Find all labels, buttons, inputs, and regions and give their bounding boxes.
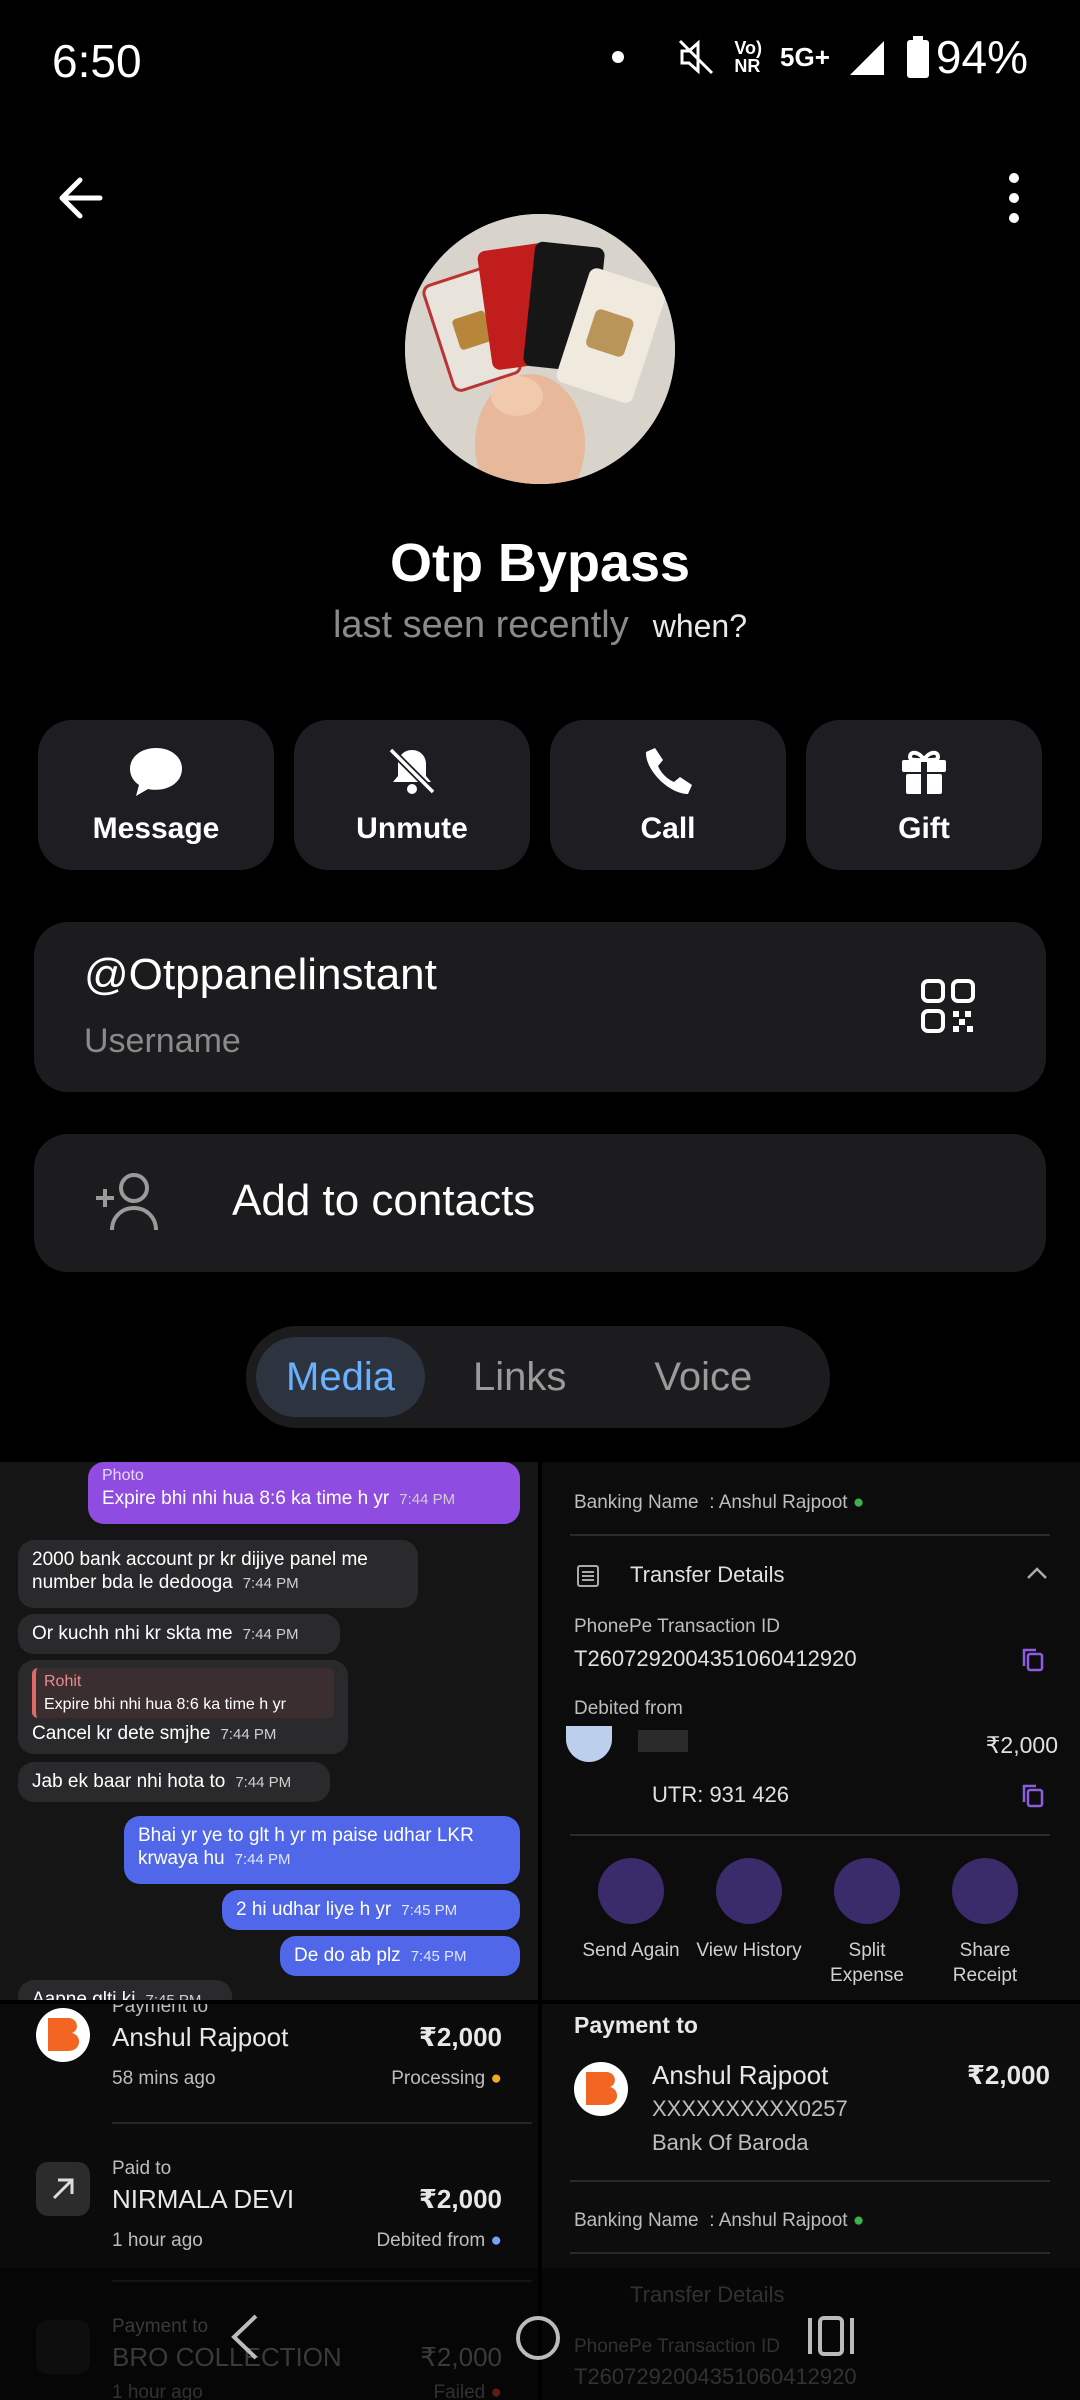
tab-media[interactable]: Media <box>256 1337 425 1417</box>
network-type: 5G+ <box>780 41 830 72</box>
profile-name: Otp Bypass <box>389 533 691 593</box>
nav-recents-icon[interactable] <box>806 2314 856 2358</box>
media-tabs: Media Links Voice <box>246 1326 830 1428</box>
bank-of-baroda-logo <box>36 2008 90 2062</box>
bank-logo-icon <box>566 1726 612 1762</box>
mute-icon <box>679 39 714 75</box>
signal-icon <box>849 41 884 75</box>
chevron-up-icon <box>1027 1567 1047 1579</box>
gift-button[interactable]: Gift <box>806 720 1042 870</box>
status-time: 6:50 <box>52 35 142 87</box>
send-again-icon <box>598 1858 664 1924</box>
last-seen-text: last seen recently <box>332 604 629 646</box>
username-label: Username <box>84 1022 241 1060</box>
username-value: @Otppanelinstant <box>84 950 437 999</box>
sim-cards-image <box>405 214 675 484</box>
split-icon <box>834 1858 900 1924</box>
call-button[interactable]: Call <box>550 720 786 870</box>
username-card[interactable]: @Otppanelinstant Username <box>34 922 1046 1092</box>
battery-percent: 94% <box>935 31 1028 83</box>
system-nav-bar <box>0 2268 1080 2400</box>
unmute-button[interactable]: Unmute <box>294 720 530 870</box>
action-buttons: Message Unmute Call Gift <box>38 720 1042 870</box>
share-icon <box>952 1858 1018 1924</box>
arrow-icon <box>36 2162 90 2216</box>
phone-icon <box>645 748 692 794</box>
message-button[interactable]: Message <box>38 720 274 870</box>
battery-icon <box>906 36 929 78</box>
nav-home-icon[interactable] <box>514 2314 562 2362</box>
last-seen-row: last seen recently when? <box>0 604 1080 647</box>
add-to-contacts-label: Add to contacts <box>232 1176 536 1225</box>
list-icon <box>577 1565 599 1587</box>
history-icon <box>716 1858 782 1924</box>
add-person-icon <box>96 1173 158 1231</box>
status-icons: Vo) NR 5G+ 94% <box>612 30 1028 84</box>
notification-dot-icon <box>612 51 625 63</box>
media-thumbnail-chat[interactable]: Photo Expire bhi nhi hua 8:6 ka time h y… <box>0 1462 538 2000</box>
bank-of-baroda-logo <box>574 2062 628 2116</box>
bell-off-icon <box>388 747 436 795</box>
copy-icon <box>1022 1648 1044 1672</box>
message-icon <box>130 748 182 796</box>
nav-back-icon[interactable] <box>226 2312 266 2362</box>
profile-avatar[interactable] <box>405 214 675 484</box>
copy-icon <box>1022 1784 1044 1808</box>
tab-links[interactable]: Links <box>443 1337 596 1417</box>
media-thumbnail-transfer[interactable]: Banking Name : Anshul Rajpoot ● Transfer… <box>542 1462 1080 2000</box>
volte-indicator: Vo) NR <box>734 38 763 76</box>
more-options-icon[interactable] <box>1000 168 1028 228</box>
add-to-contacts-button[interactable]: Add to contacts <box>34 1134 1046 1272</box>
qr-code-icon[interactable] <box>920 978 976 1034</box>
gift-icon <box>902 750 946 794</box>
back-arrow-icon[interactable] <box>52 168 112 228</box>
tab-voice[interactable]: Voice <box>624 1337 782 1417</box>
when-link[interactable]: when? <box>653 608 747 644</box>
